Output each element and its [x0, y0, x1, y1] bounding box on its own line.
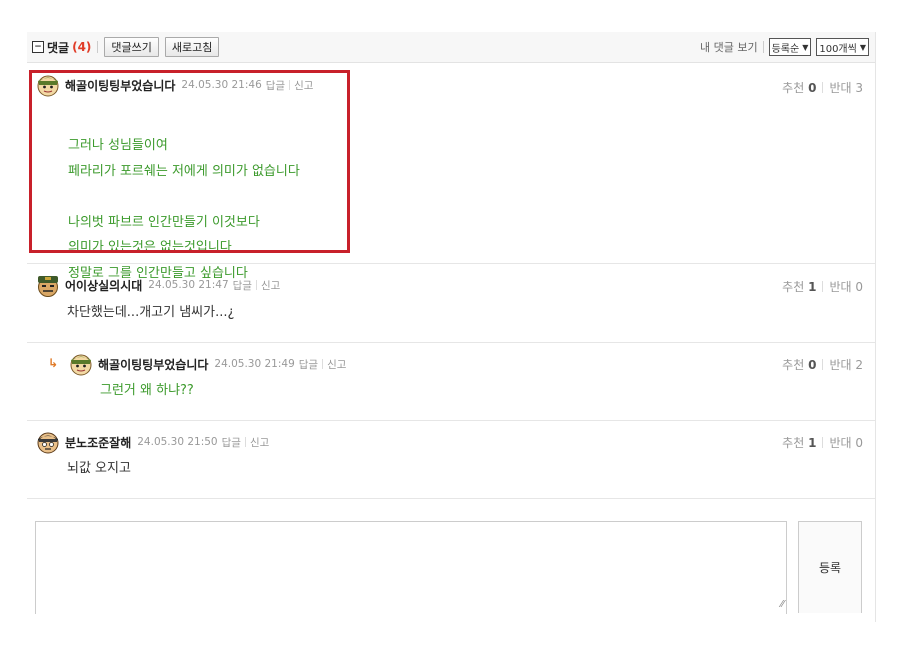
- divider: [322, 359, 324, 369]
- oppose-button[interactable]: 반대 0: [829, 434, 863, 451]
- divider: [822, 82, 824, 93]
- recommend-label: 추천: [782, 81, 805, 95]
- recommend-label: 추천: [782, 280, 805, 294]
- reply-link[interactable]: 답글: [222, 435, 241, 450]
- write-comment-button[interactable]: 댓글쓰기: [104, 37, 159, 57]
- comment-body: 그런거 왜 하냐??: [100, 383, 194, 398]
- comment-textarea[interactable]: ⁄⁄: [35, 521, 787, 614]
- vote-area: 추천 0 반대 2: [782, 356, 863, 373]
- minus-square-icon[interactable]: −: [32, 41, 44, 53]
- recommend-label: 추천: [782, 436, 805, 450]
- oppose-label: 반대: [829, 436, 852, 450]
- per-page-select-value: 100개씩: [819, 43, 857, 55]
- comments-count: (4): [72, 40, 92, 54]
- comments-toggle[interactable]: − 댓글 (4): [32, 39, 91, 56]
- comment-item: 분노조준잘해 24.05.30 21:50 답글 신고 뇌값 오지고 추천 1 …: [27, 421, 875, 499]
- highlight-box: [29, 70, 350, 253]
- comment-item-reply: ↳ 해골이팅팅부었습니다 24.05.30 21:49 답글 신고 그런거 왜 …: [27, 343, 875, 421]
- recommend-count: 0: [808, 81, 817, 95]
- recommend-count: 1: [808, 280, 817, 294]
- divider: [244, 437, 246, 447]
- recommend-button[interactable]: 추천 1: [782, 434, 816, 451]
- oppose-label: 반대: [829, 81, 852, 95]
- comment-author[interactable]: 해골이팅팅부었습니다: [98, 356, 208, 373]
- vote-area: 추천 1 반대 0: [782, 434, 863, 451]
- comment-author[interactable]: 어이상실의시대: [65, 277, 142, 294]
- vote-area: 추천 0 반대 3: [782, 79, 863, 96]
- comment-body: 뇌값 오지고: [67, 461, 131, 476]
- recommend-label: 추천: [782, 358, 805, 372]
- my-comments-link[interactable]: 내 댓글 보기: [700, 39, 758, 55]
- comment-datetime: 24.05.30 21:47: [148, 279, 229, 291]
- comment-datetime: 24.05.30 21:49: [214, 358, 295, 370]
- oppose-label: 반대: [829, 358, 852, 372]
- divider: [97, 41, 99, 53]
- comment-item: 어이상실의시대 24.05.30 21:47 답글 신고 차단했는데...개고기…: [27, 264, 875, 343]
- oppose-button[interactable]: 반대 0: [829, 278, 863, 295]
- comment-toolbar: − 댓글 (4) 댓글쓰기 새로고침 내 댓글 보기 등록순 ▼ 100개씩 ▼: [27, 32, 875, 63]
- report-link[interactable]: 신고: [250, 435, 269, 450]
- divider: [822, 281, 824, 292]
- recommend-button[interactable]: 추천 0: [782, 79, 816, 96]
- recommend-button[interactable]: 추천 0: [782, 356, 816, 373]
- divider: [822, 359, 824, 370]
- report-link[interactable]: 신고: [327, 357, 346, 372]
- recommend-count: 1: [808, 436, 817, 450]
- report-link[interactable]: 신고: [261, 278, 280, 293]
- divider: [255, 280, 257, 290]
- divider: [762, 41, 764, 53]
- refresh-button[interactable]: 새로고침: [164, 37, 220, 57]
- reply-arrow-icon: ↳: [48, 356, 59, 370]
- oppose-button[interactable]: 반대 3: [829, 79, 863, 96]
- submit-comment-button[interactable]: 등록: [798, 521, 862, 613]
- comment-datetime: 24.05.30 21:50: [137, 436, 218, 448]
- oppose-count: 0: [855, 280, 863, 294]
- comment-body: 차단했는데...개고기 냄씨가...¿: [67, 305, 235, 320]
- reply-link[interactable]: 답글: [299, 357, 318, 372]
- oppose-count: 3: [855, 81, 863, 95]
- avatar: [36, 273, 60, 297]
- per-page-select[interactable]: 100개씩 ▼: [816, 38, 869, 56]
- vote-area: 추천 1 반대 0: [782, 278, 863, 295]
- chevron-down-icon: ▼: [802, 42, 809, 52]
- oppose-count: 2: [855, 358, 863, 372]
- comment-section: − 댓글 (4) 댓글쓰기 새로고침 내 댓글 보기 등록순 ▼ 100개씩 ▼: [27, 32, 876, 622]
- recommend-button[interactable]: 추천 1: [782, 278, 816, 295]
- oppose-count: 0: [855, 436, 863, 450]
- sort-select[interactable]: 등록순 ▼: [768, 38, 812, 56]
- oppose-label: 반대: [829, 280, 852, 294]
- reply-link[interactable]: 답글: [233, 278, 252, 293]
- chevron-down-icon: ▼: [859, 42, 866, 52]
- oppose-button[interactable]: 반대 2: [829, 356, 863, 373]
- divider: [822, 437, 824, 448]
- avatar: [69, 352, 93, 376]
- avatar: [36, 430, 60, 454]
- resize-handle-icon[interactable]: ⁄⁄: [781, 599, 784, 610]
- recommend-count: 0: [808, 358, 817, 372]
- sort-select-value: 등록순: [771, 43, 800, 55]
- comment-author[interactable]: 분노조준잘해: [65, 434, 131, 451]
- comments-label: 댓글: [47, 40, 70, 55]
